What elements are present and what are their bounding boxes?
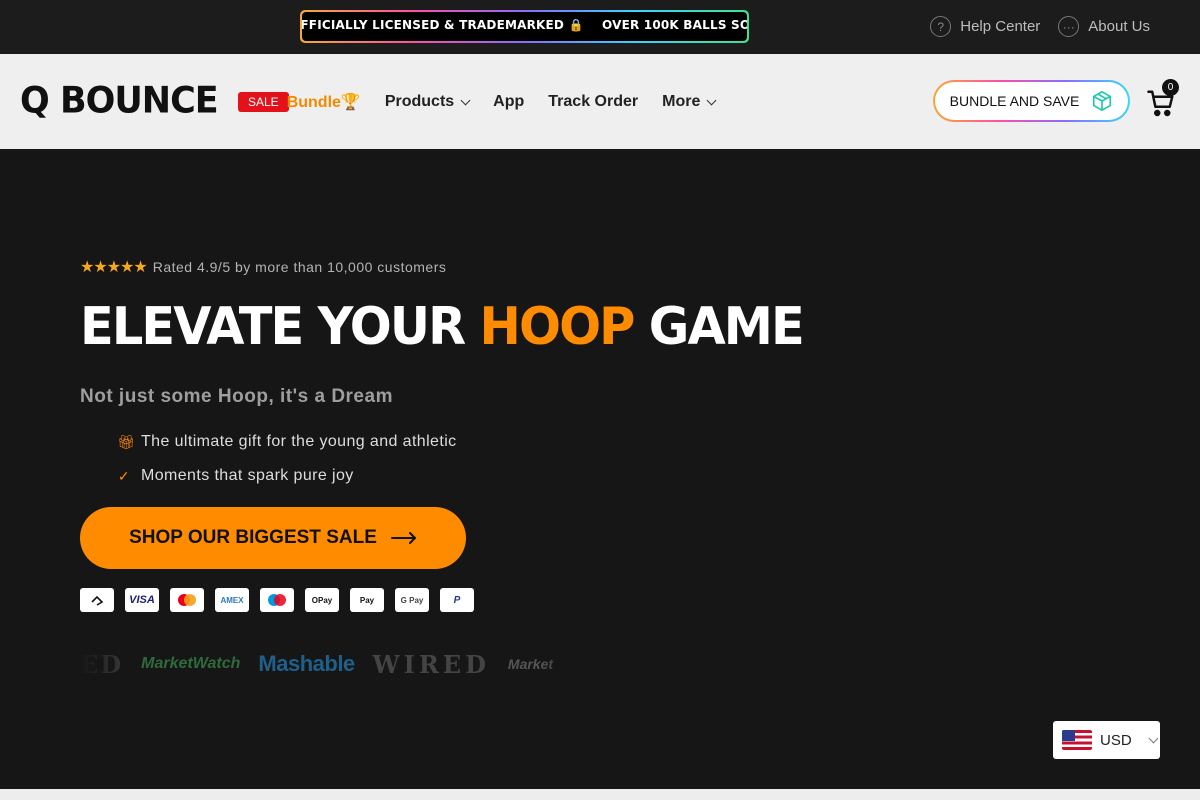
maestro-icon xyxy=(260,588,294,612)
press-logo: WIRED xyxy=(372,649,490,679)
hero-bullets: 🎁︎ The ultimate gift for the young and a… xyxy=(117,433,457,501)
help-icon: ? xyxy=(930,16,952,37)
amex-icon: AMEX xyxy=(215,588,249,612)
fade-right xyxy=(540,647,600,681)
bundle-and-save-button[interactable]: BUNDLE AND SAVE xyxy=(933,80,1130,122)
about-us-link[interactable]: ··· About Us xyxy=(1058,16,1150,37)
nav-products[interactable]: Products xyxy=(384,93,471,111)
headline-post: GAME xyxy=(633,297,805,357)
announcement-ticker: OFFICIALLY LICENSED & TRADEMARKED 🔒 OVER… xyxy=(300,10,749,43)
main-nav: Q BOUNCE SALE Bundle🏆 Products App Track… xyxy=(0,54,1200,149)
ticker-text: OFFICIALLY LICENSED & TRADEMARKED 🔒 OVER… xyxy=(302,18,747,32)
rating-text: Rated 4.9/5 by more than 10,000 customer… xyxy=(152,259,447,275)
bundle-and-save-label: BUNDLE AND SAVE xyxy=(949,93,1080,109)
shop-sale-label: SHOP OUR BIGGEST SALE xyxy=(129,527,377,548)
chevron-down-icon xyxy=(706,95,717,105)
headline-pre: ELEVATE YOUR xyxy=(80,297,480,357)
afterpay-icon xyxy=(80,588,114,612)
nav-app[interactable]: App xyxy=(493,93,524,111)
nav-app-label: App xyxy=(493,93,525,110)
payment-methods: VISA AMEX OPay Pay G Pay P xyxy=(80,588,474,612)
ticker-item-sold: OVER 100K BALLS SOLD IN THE USA xyxy=(602,18,747,32)
announcement-bar: OFFICIALLY LICENSED & TRADEMARKED 🔒 OVER… xyxy=(0,0,1200,54)
arrow-right-icon xyxy=(390,532,416,544)
rating-row: ★★★★★ Rated 4.9/5 by more than 10,000 cu… xyxy=(80,257,446,277)
list-item: 🎁︎ The ultimate gift for the young and a… xyxy=(117,433,457,451)
cart-count-badge: 0 xyxy=(1162,79,1179,96)
nav-more-label: More xyxy=(662,93,701,110)
press-logo: Mashable xyxy=(258,651,355,676)
apple-pay-icon: Pay xyxy=(350,588,384,612)
star-rating-icon: ★★★★★ xyxy=(80,259,148,276)
headline-accent: HOOP xyxy=(479,297,636,357)
nav-more[interactable]: More xyxy=(662,93,717,111)
help-center-link[interactable]: ? Help Center xyxy=(930,16,1040,37)
paypal-icon: P xyxy=(440,588,474,612)
hero-headline: ELEVATE YOUR HOOP GAME xyxy=(80,297,805,357)
help-center-label: Help Center xyxy=(960,18,1041,35)
gift-icon: 🎁︎ xyxy=(117,433,136,450)
press-logos: ED MarketWatch Mashable WIRED Market xyxy=(80,647,600,681)
google-pay-icon: G Pay xyxy=(395,588,429,612)
shop-sale-button[interactable]: SHOP OUR BIGGEST SALE xyxy=(80,507,466,569)
top-links: ? Help Center ··· About Us xyxy=(930,16,1150,37)
chevron-down-icon xyxy=(1148,733,1159,743)
nav-menu: SALE Bundle🏆 Products App Track Order Mo… xyxy=(238,92,739,112)
about-us-label: About Us xyxy=(1088,18,1150,35)
ticker-item-licensed: OFFICIALLY LICENSED & TRADEMARKED 🔒 xyxy=(302,18,584,32)
hero-subtitle: Not just some Hoop, it's a Dream xyxy=(80,386,393,407)
fade-left xyxy=(80,647,140,681)
us-flag-icon xyxy=(1062,730,1092,750)
visa-icon: VISA xyxy=(125,588,159,612)
site-logo[interactable]: Q BOUNCE xyxy=(20,80,219,122)
currency-selector[interactable]: USD xyxy=(1053,721,1160,759)
mastercard-icon xyxy=(170,588,204,612)
nav-products-label: Products xyxy=(384,93,455,110)
page-bottom-strip xyxy=(0,789,1200,800)
chat-icon: ··· xyxy=(1058,16,1080,37)
nav-track-order-label: Track Order xyxy=(548,93,639,110)
list-item: ✓ Moments that spark pure joy xyxy=(117,467,457,485)
nav-bundle-link[interactable]: Bundle🏆 xyxy=(287,92,361,112)
chevron-down-icon xyxy=(460,95,471,105)
currency-code: USD xyxy=(1100,731,1132,749)
check-icon: ✓ xyxy=(117,467,131,484)
opay-icon: OPay xyxy=(305,588,339,612)
bullet-text: Moments that spark pure joy xyxy=(141,467,354,484)
press-logo: MarketWatch xyxy=(141,655,241,672)
nav-track-order[interactable]: Track Order xyxy=(548,93,638,111)
hero-section: ★★★★★ Rated 4.9/5 by more than 10,000 cu… xyxy=(0,149,1200,789)
sale-badge: SALE xyxy=(238,92,289,112)
bullet-text: The ultimate gift for the young and athl… xyxy=(141,433,457,450)
box-icon xyxy=(1093,91,1112,111)
